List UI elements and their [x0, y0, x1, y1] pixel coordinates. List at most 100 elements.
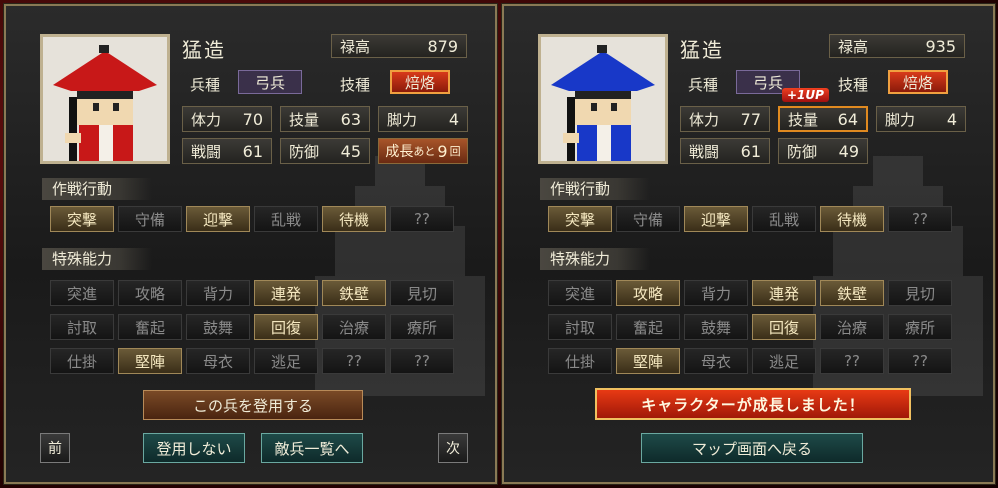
tactic-option[interactable]: 待機 [820, 206, 884, 232]
stat-label: 技量 [289, 110, 320, 129]
ability-option[interactable]: 突進 [50, 280, 114, 306]
salary-label: 禄高 [838, 37, 869, 56]
growth-remaining-badge: 成長 あと 9 回 [378, 138, 468, 164]
unit-type-value: 弓兵 [238, 70, 302, 94]
stat-value: 70 [242, 109, 263, 129]
tactic-option[interactable]: 迎撃 [186, 206, 250, 232]
tactic-option[interactable]: 突撃 [50, 206, 114, 232]
ability-option[interactable]: 堅陣 [616, 348, 680, 374]
ability-option[interactable]: 母衣 [684, 348, 748, 374]
tactic-option[interactable]: 乱戦 [752, 206, 816, 232]
ability-option[interactable]: 逃足 [254, 348, 318, 374]
enemy-list-button[interactable]: 敵兵一覧へ [261, 433, 363, 463]
next-button[interactable]: 次 [438, 433, 468, 463]
recruit-button[interactable]: この兵を登用する [143, 390, 363, 420]
character-name: 猛造 [182, 38, 226, 62]
ability-option[interactable]: 連発 [254, 280, 318, 306]
ability-option[interactable]: ?? [820, 348, 884, 374]
stat-value: 64 [837, 109, 858, 129]
growth-value: 9 [437, 141, 448, 161]
stat-label: 体力 [191, 110, 222, 129]
ability-option[interactable]: 療所 [888, 314, 952, 340]
ability-option[interactable]: 攻略 [118, 280, 182, 306]
stat-label: 脚力 [885, 110, 916, 129]
ability-option[interactable]: 鉄壁 [322, 280, 386, 306]
tactic-option[interactable]: 待機 [322, 206, 386, 232]
ability-option[interactable]: 連発 [752, 280, 816, 306]
ability-option[interactable]: 奮起 [616, 314, 680, 340]
unit-type-label: 兵種 [688, 76, 719, 94]
ability-option[interactable]: 療所 [390, 314, 454, 340]
growth-label: 成長 [385, 144, 414, 160]
tactics-header: 作戦行動 [42, 178, 152, 200]
salary-value: 879 [427, 36, 458, 56]
tactic-option[interactable]: 守備 [616, 206, 680, 232]
soldier-sprite [43, 37, 167, 161]
ability-option[interactable]: ?? [888, 348, 952, 374]
stat-speed: 脚力 4 [876, 106, 966, 132]
ability-option[interactable]: 回復 [254, 314, 318, 340]
ability-option[interactable]: 突進 [548, 280, 612, 306]
unit-type-label: 兵種 [190, 76, 221, 94]
ability-option[interactable]: 回復 [752, 314, 816, 340]
skill-type-label: 技種 [838, 76, 869, 94]
ability-option[interactable]: 治療 [820, 314, 884, 340]
stat-defense: 防御 49 [778, 138, 868, 164]
ability-option[interactable]: 鼓舞 [684, 314, 748, 340]
stat-value: 4 [448, 109, 459, 129]
stat-value: 77 [740, 109, 761, 129]
prev-button[interactable]: 前 [40, 433, 70, 463]
ability-option[interactable]: 母衣 [186, 348, 250, 374]
ability-option[interactable]: 討取 [50, 314, 114, 340]
stat-value: 49 [838, 141, 859, 161]
ability-option[interactable]: 討取 [548, 314, 612, 340]
soldier-sprite [541, 37, 665, 161]
stat-label: 防御 [787, 142, 818, 161]
stat-value: 63 [340, 109, 361, 129]
growth-suffix: 回 [449, 145, 461, 158]
ability-option[interactable]: 堅陣 [118, 348, 182, 374]
ability-option[interactable]: 鼓舞 [186, 314, 250, 340]
ability-option[interactable]: 背力 [684, 280, 748, 306]
tactic-option[interactable]: 迎撃 [684, 206, 748, 232]
skill-type-value: 焙烙 [390, 70, 450, 94]
salary-box: 禄高 879 [331, 34, 467, 58]
level-up-badge: +1UP [782, 88, 829, 102]
stat-value: 61 [740, 141, 761, 161]
stat-label: 戦闘 [689, 142, 720, 161]
stat-skill: 技量 63 [280, 106, 370, 132]
stat-label: 脚力 [387, 110, 418, 129]
ability-option[interactable]: 鉄壁 [820, 280, 884, 306]
skill-type-value: 焙烙 [888, 70, 948, 94]
ability-option[interactable]: 見切 [888, 280, 952, 306]
tactic-option[interactable]: ?? [888, 206, 952, 232]
tactic-option[interactable]: 乱戦 [254, 206, 318, 232]
tactic-option[interactable]: 守備 [118, 206, 182, 232]
ability-option[interactable]: 奮起 [118, 314, 182, 340]
tactic-option[interactable]: 突撃 [548, 206, 612, 232]
ability-option[interactable]: 仕掛 [50, 348, 114, 374]
stat-value: 45 [340, 141, 361, 161]
ability-option[interactable]: 治療 [322, 314, 386, 340]
character-portrait [40, 34, 170, 164]
tactic-option[interactable]: ?? [390, 206, 454, 232]
stat-hp: 体力 77 [680, 106, 770, 132]
salary-label: 禄高 [340, 37, 371, 56]
ability-option[interactable]: ?? [322, 348, 386, 374]
ability-option[interactable]: 見切 [390, 280, 454, 306]
skill-type-label: 技種 [340, 76, 371, 94]
character-name: 猛造 [680, 38, 724, 62]
decline-button[interactable]: 登用しない [143, 433, 245, 463]
stat-defense: 防御 45 [280, 138, 370, 164]
return-to-map-button[interactable]: マップ画面へ戻る [641, 433, 863, 463]
stat-label: 戦闘 [191, 142, 222, 161]
ability-option[interactable]: ?? [390, 348, 454, 374]
ability-option[interactable]: 逃足 [752, 348, 816, 374]
stat-label: 体力 [689, 110, 720, 129]
ability-option[interactable]: 仕掛 [548, 348, 612, 374]
tactics-header: 作戦行動 [540, 178, 650, 200]
stat-label: 防御 [289, 142, 320, 161]
growth-message-banner: キャラクターが成長しました！ [595, 388, 911, 420]
ability-option[interactable]: 攻略 [616, 280, 680, 306]
ability-option[interactable]: 背力 [186, 280, 250, 306]
